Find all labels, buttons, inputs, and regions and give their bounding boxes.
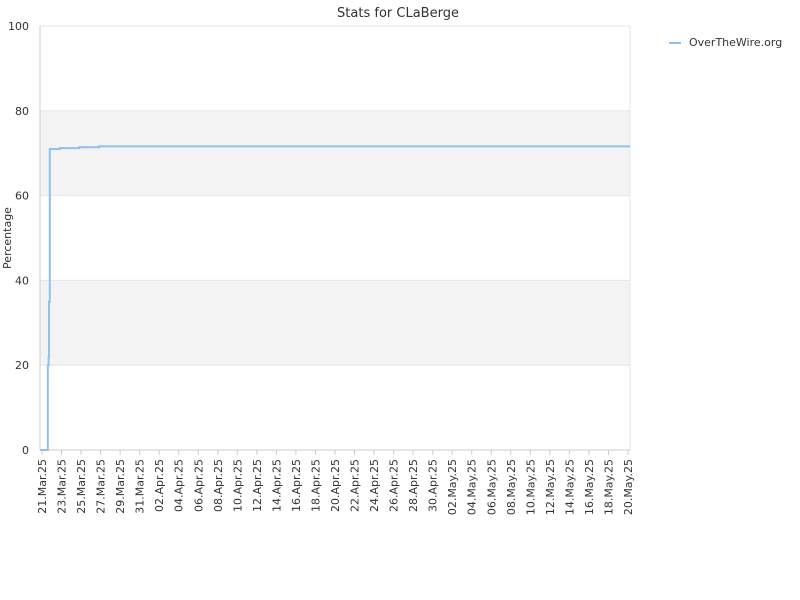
x-tick-label: 24.Apr.25 [368,459,381,512]
plot-bands [40,110,630,366]
x-tick-label: 04.Apr.25 [173,459,186,512]
legend-item-label[interactable]: OverTheWire.org [689,36,782,49]
x-tick-label: 06.May.25 [485,459,498,515]
x-tick-label: 31.Mar.25 [134,459,147,514]
y-tick-label: 80 [15,105,29,118]
x-tick-label: 14.May.25 [563,459,576,515]
plot-band [40,280,630,366]
y-tick-label: 20 [15,359,29,372]
plot-band [40,110,630,196]
x-tick-label: 16.Apr.25 [290,459,303,512]
x-tick-label: 29.Mar.25 [114,459,127,514]
x-tick-label: 10.Apr.25 [231,459,244,512]
y-tick-label: 60 [15,190,29,203]
x-tick-label: 08.Apr.25 [212,459,225,512]
chart-title: Stats for CLaBerge [337,6,459,21]
x-tick-label: 28.Apr.25 [407,459,420,512]
x-tick-label: 21.Mar.25 [36,459,49,514]
x-tick-label: 12.Apr.25 [251,459,264,512]
x-tick-label: 18.May.25 [602,459,615,515]
y-tick-label: 100 [8,20,29,33]
y-axis-label: Percentage [1,207,14,269]
x-tick-label: 16.May.25 [583,459,596,515]
y-tick-label: 40 [15,274,29,287]
x-tick-label: 06.Apr.25 [192,459,205,512]
x-tick-label: 12.May.25 [544,459,557,515]
x-tick-label: 02.May.25 [446,459,459,515]
x-tick-label: 20.Apr.25 [329,459,342,512]
x-tick-label: 23.Mar.25 [56,459,69,514]
x-tick-label: 27.Mar.25 [95,459,108,514]
stats-chart: Stats for CLaBerge 0 20 40 60 80 100 21.Mar.2… [1,6,782,515]
x-tick-label: 20.May.25 [622,459,635,515]
x-tick-label: 14.Apr.25 [270,459,283,512]
x-tick-label: 04.May.25 [466,459,479,515]
x-tick-label: 18.Apr.25 [309,459,322,512]
gridlines [40,25,630,451]
x-tick-label: 25.Mar.25 [75,459,88,514]
axes [39,26,631,451]
x-tick-label: 22.Apr.25 [349,459,362,512]
x-tick-label: 02.Apr.25 [153,459,166,512]
x-tick-label: 26.Apr.25 [388,459,401,512]
y-tick-label: 0 [22,444,29,457]
legend[interactable]: OverTheWire.org [669,36,782,49]
x-tick-label: 10.May.25 [524,459,537,515]
x-tick-labels: 21.Mar.25 23.Mar.25 25.Mar.25 27.Mar.25 29.M… [36,450,635,515]
x-tick-label: 08.May.25 [505,459,518,515]
x-tick-label: 30.Apr.25 [427,459,440,512]
